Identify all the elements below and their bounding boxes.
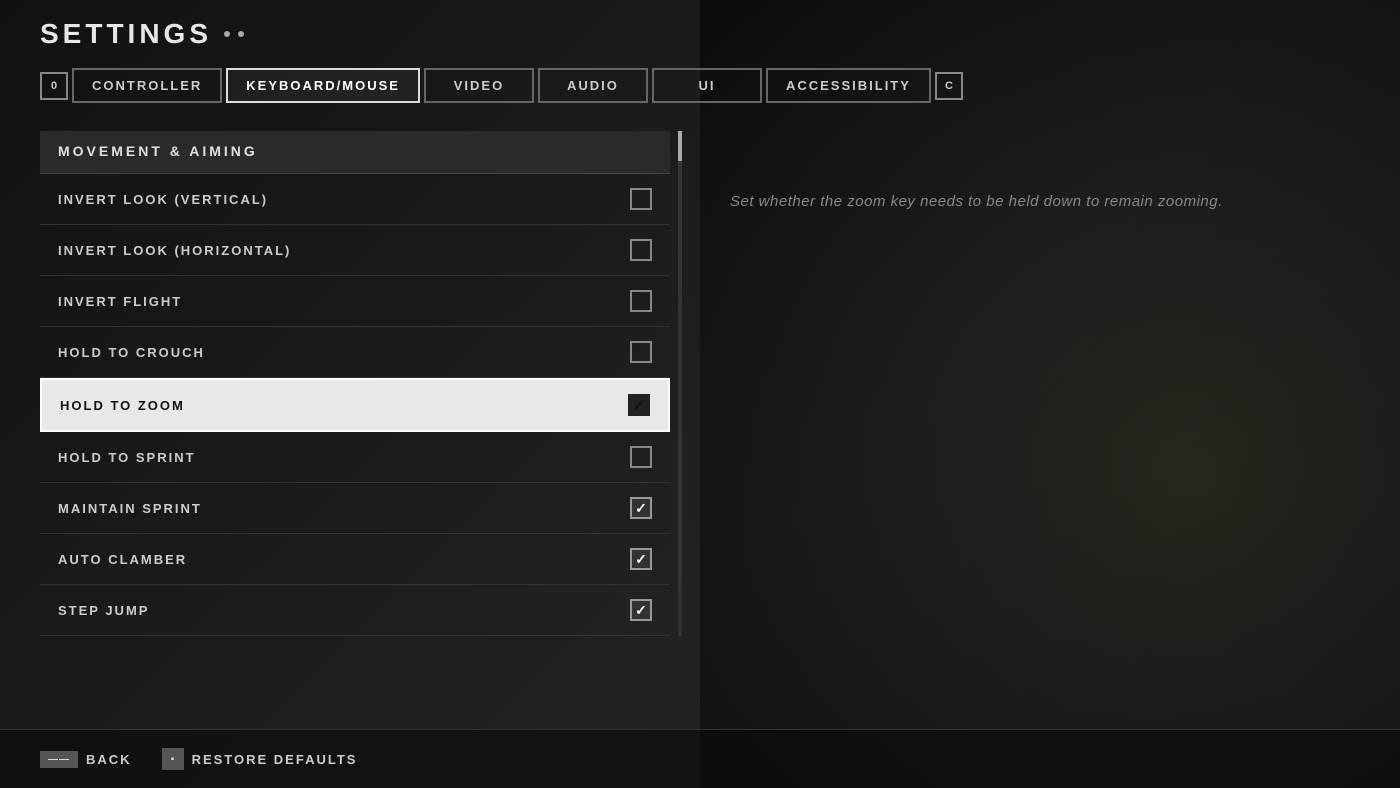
checkbox-hold-to-crouch[interactable] [630, 341, 652, 363]
checkbox-auto-clamber[interactable] [630, 548, 652, 570]
bottom-action-restore-defaults[interactable]: ▪ Restore Defaults [162, 748, 358, 770]
restore-defaults-label: Restore Defaults [192, 752, 358, 767]
checkbox-invert-look-horizontal[interactable] [630, 239, 652, 261]
bottom-action-back[interactable]: —— Back [40, 751, 132, 768]
tab-badge-left: 0 [40, 72, 68, 100]
checkbox-maintain-sprint[interactable] [630, 497, 652, 519]
setting-label-auto-clamber: AUTO CLAMBER [58, 552, 187, 567]
setting-row-maintain-sprint[interactable]: MAINTAIN SPRINT [40, 483, 670, 534]
setting-row-invert-look-vertical[interactable]: INVERT LOOK (VERTICAL) [40, 174, 670, 225]
checkbox-step-jump[interactable] [630, 599, 652, 621]
setting-row-step-jump[interactable]: STEP JUMP [40, 585, 670, 636]
tab-keyboard-mouse[interactable]: KEYBOARD/MOUSE [226, 68, 420, 103]
setting-row-auto-clamber[interactable]: AUTO CLAMBER [40, 534, 670, 585]
main-container: SETTINGS 0 CONTROLLER KEYBOARD/MOUSE VID… [0, 0, 1400, 636]
scrollbar-thumb[interactable] [678, 131, 682, 161]
settings-panel: MOVEMENT & AIMING INVERT LOOK (VERTICAL)… [40, 131, 670, 636]
restore-key-badge: ▪ [162, 748, 184, 770]
back-label: Back [86, 752, 132, 767]
main-content: MOVEMENT & AIMING INVERT LOOK (VERTICAL)… [40, 131, 1360, 636]
setting-row-invert-flight[interactable]: INVERT FLIGHT [40, 276, 670, 327]
setting-row-invert-look-horizontal[interactable]: INVERT LOOK (HORIZONTAL) [40, 225, 670, 276]
setting-label-hold-to-sprint: HOLD TO SPRINT [58, 450, 196, 465]
title-dot-1 [224, 31, 230, 37]
bottom-bar: —— Back ▪ Restore Defaults [0, 729, 1400, 788]
setting-row-hold-to-zoom[interactable]: HOLD TO ZOOM [40, 378, 670, 432]
setting-row-hold-to-crouch[interactable]: HOLD TO CROUCH [40, 327, 670, 378]
title-dots [224, 31, 244, 37]
scrollbar-track[interactable] [678, 131, 682, 636]
setting-label-invert-flight: INVERT FLIGHT [58, 294, 182, 309]
info-text: Set whether the zoom key needs to be hel… [730, 193, 1223, 210]
checkbox-hold-to-sprint[interactable] [630, 446, 652, 468]
setting-label-invert-look-vertical: INVERT LOOK (VERTICAL) [58, 192, 268, 207]
title-text: SETTINGS [40, 18, 212, 50]
title-dot-2 [238, 31, 244, 37]
tab-audio[interactable]: AUDIO [538, 68, 648, 103]
setting-row-hold-to-sprint[interactable]: HOLD TO SPRINT [40, 432, 670, 483]
tab-bar: 0 CONTROLLER KEYBOARD/MOUSE VIDEO AUDIO … [40, 68, 1360, 103]
setting-label-hold-to-zoom: HOLD TO ZOOM [60, 398, 185, 413]
section-header-text: MOVEMENT & AIMING [58, 143, 258, 159]
tab-badge-right: C [935, 72, 963, 100]
tab-controller[interactable]: CONTROLLER [72, 68, 222, 103]
setting-label-hold-to-crouch: HOLD TO CROUCH [58, 345, 205, 360]
checkbox-invert-look-vertical[interactable] [630, 188, 652, 210]
tab-accessibility[interactable]: ACCESSIBILITY [766, 68, 931, 103]
checkbox-hold-to-zoom[interactable] [628, 394, 650, 416]
section-header: MOVEMENT & AIMING [40, 131, 670, 174]
info-panel: Set whether the zoom key needs to be hel… [710, 131, 1360, 214]
page-title: SETTINGS [40, 18, 1360, 50]
setting-label-maintain-sprint: MAINTAIN SPRINT [58, 501, 202, 516]
setting-label-invert-look-horizontal: INVERT LOOK (HORIZONTAL) [58, 243, 291, 258]
back-key-badge: —— [40, 751, 78, 768]
checkbox-invert-flight[interactable] [630, 290, 652, 312]
tab-ui[interactable]: UI [652, 68, 762, 103]
setting-label-step-jump: STEP JUMP [58, 603, 149, 618]
tab-video[interactable]: VIDEO [424, 68, 534, 103]
